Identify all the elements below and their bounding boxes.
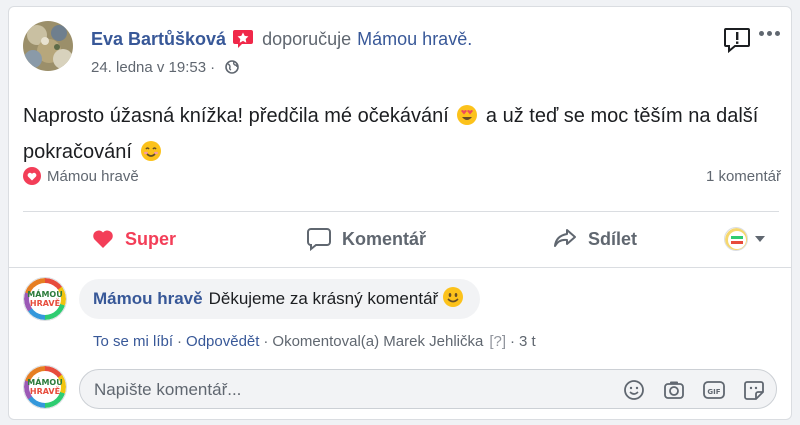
logo-line2: HRAVĚ bbox=[29, 299, 61, 308]
reactor-name[interactable]: Mámou hravě bbox=[47, 168, 139, 185]
page-selector-button[interactable] bbox=[724, 217, 776, 261]
share-button[interactable]: Sdílet bbox=[552, 217, 637, 261]
author-name[interactable]: Eva Bartůšková bbox=[91, 29, 226, 50]
separator: · bbox=[263, 332, 269, 350]
smile-emoji-icon bbox=[442, 286, 464, 313]
separator: · bbox=[510, 332, 516, 350]
globe-icon[interactable] bbox=[225, 60, 239, 74]
super-button[interactable]: Super bbox=[91, 217, 176, 261]
post-meta: 24. ledna v 19:53 · bbox=[91, 57, 239, 77]
comment-author[interactable]: Mámou hravě bbox=[93, 289, 203, 309]
post-body: Naprosto úžasná knížka! předčila mé oček… bbox=[23, 100, 763, 172]
gif-icon[interactable]: GIF bbox=[702, 378, 726, 402]
comment-label: Komentář bbox=[342, 228, 427, 249]
logo-line1: MÁMOU bbox=[27, 378, 63, 387]
chevron-down-icon bbox=[755, 236, 765, 242]
recommendation-star-icon bbox=[232, 29, 254, 49]
composer-tools: GIF bbox=[622, 378, 766, 402]
super-label: Super bbox=[125, 228, 177, 249]
post-card: Eva Bartůšková doporučuje Mámou hravě. 2… bbox=[8, 6, 792, 420]
page-avatar bbox=[724, 227, 748, 251]
reply-link[interactable]: Odpovědět bbox=[186, 333, 259, 350]
reactions-summary: Mámou hravě 1 komentář bbox=[23, 165, 781, 187]
meta-separator: · bbox=[210, 58, 216, 76]
logo-line2: HRAVĚ bbox=[29, 387, 61, 396]
sticker-icon[interactable] bbox=[742, 378, 766, 402]
report-icon[interactable] bbox=[723, 27, 751, 53]
like-comment-link[interactable]: To se mi líbí bbox=[93, 333, 173, 350]
post-header: Eva Bartůšková doporučuje Mámou hravě. bbox=[91, 27, 472, 51]
commenter-avatar[interactable]: MÁMOU HRAVĚ bbox=[23, 277, 67, 321]
divider bbox=[23, 211, 779, 212]
comment-input[interactable] bbox=[94, 379, 594, 401]
heart-icon bbox=[93, 230, 113, 248]
action-bar: Super Komentář Sdílet bbox=[9, 217, 791, 261]
comment-text: Děkujeme za krásný komentář bbox=[208, 289, 439, 308]
commented-by: Okomentoval(a) Marek Jehlička bbox=[272, 332, 484, 350]
emoji-icon[interactable] bbox=[622, 378, 646, 402]
heart-icon[interactable] bbox=[23, 167, 41, 185]
logo-line1: MÁMOU bbox=[27, 290, 63, 299]
comment-age[interactable]: 3 t bbox=[519, 333, 536, 350]
divider bbox=[9, 267, 791, 268]
post-timestamp[interactable]: 24. ledna v 19:53 bbox=[91, 59, 206, 76]
separator: · bbox=[177, 332, 183, 350]
post-text-part1: Naprosto úžasná knížka! předčila mé oček… bbox=[23, 105, 449, 127]
composer-avatar[interactable]: MÁMOU HRAVĚ bbox=[23, 365, 67, 409]
heart-eyes-emoji-icon bbox=[456, 104, 478, 136]
more-options-icon[interactable] bbox=[759, 31, 780, 36]
camera-icon[interactable] bbox=[662, 378, 686, 402]
share-icon bbox=[554, 229, 576, 247]
page-link[interactable]: Mámou hravě. bbox=[357, 29, 472, 50]
svg-text:GIF: GIF bbox=[707, 388, 720, 396]
comment-bubble: Mámou hravě Děkujeme za krásný komentář bbox=[79, 279, 481, 319]
help-link[interactable]: [?] bbox=[489, 333, 506, 350]
comment-count[interactable]: 1 komentář bbox=[706, 168, 781, 185]
share-label: Sdílet bbox=[588, 228, 638, 249]
recommends-text: doporučuje bbox=[262, 28, 352, 49]
comment-composer: GIF bbox=[79, 369, 777, 409]
comment-actions: To se mi líbí · Odpovědět · Okomentoval(… bbox=[93, 331, 536, 351]
author-avatar[interactable] bbox=[23, 21, 73, 71]
comment-icon bbox=[307, 228, 331, 251]
comment-button[interactable]: Komentář bbox=[306, 217, 426, 261]
